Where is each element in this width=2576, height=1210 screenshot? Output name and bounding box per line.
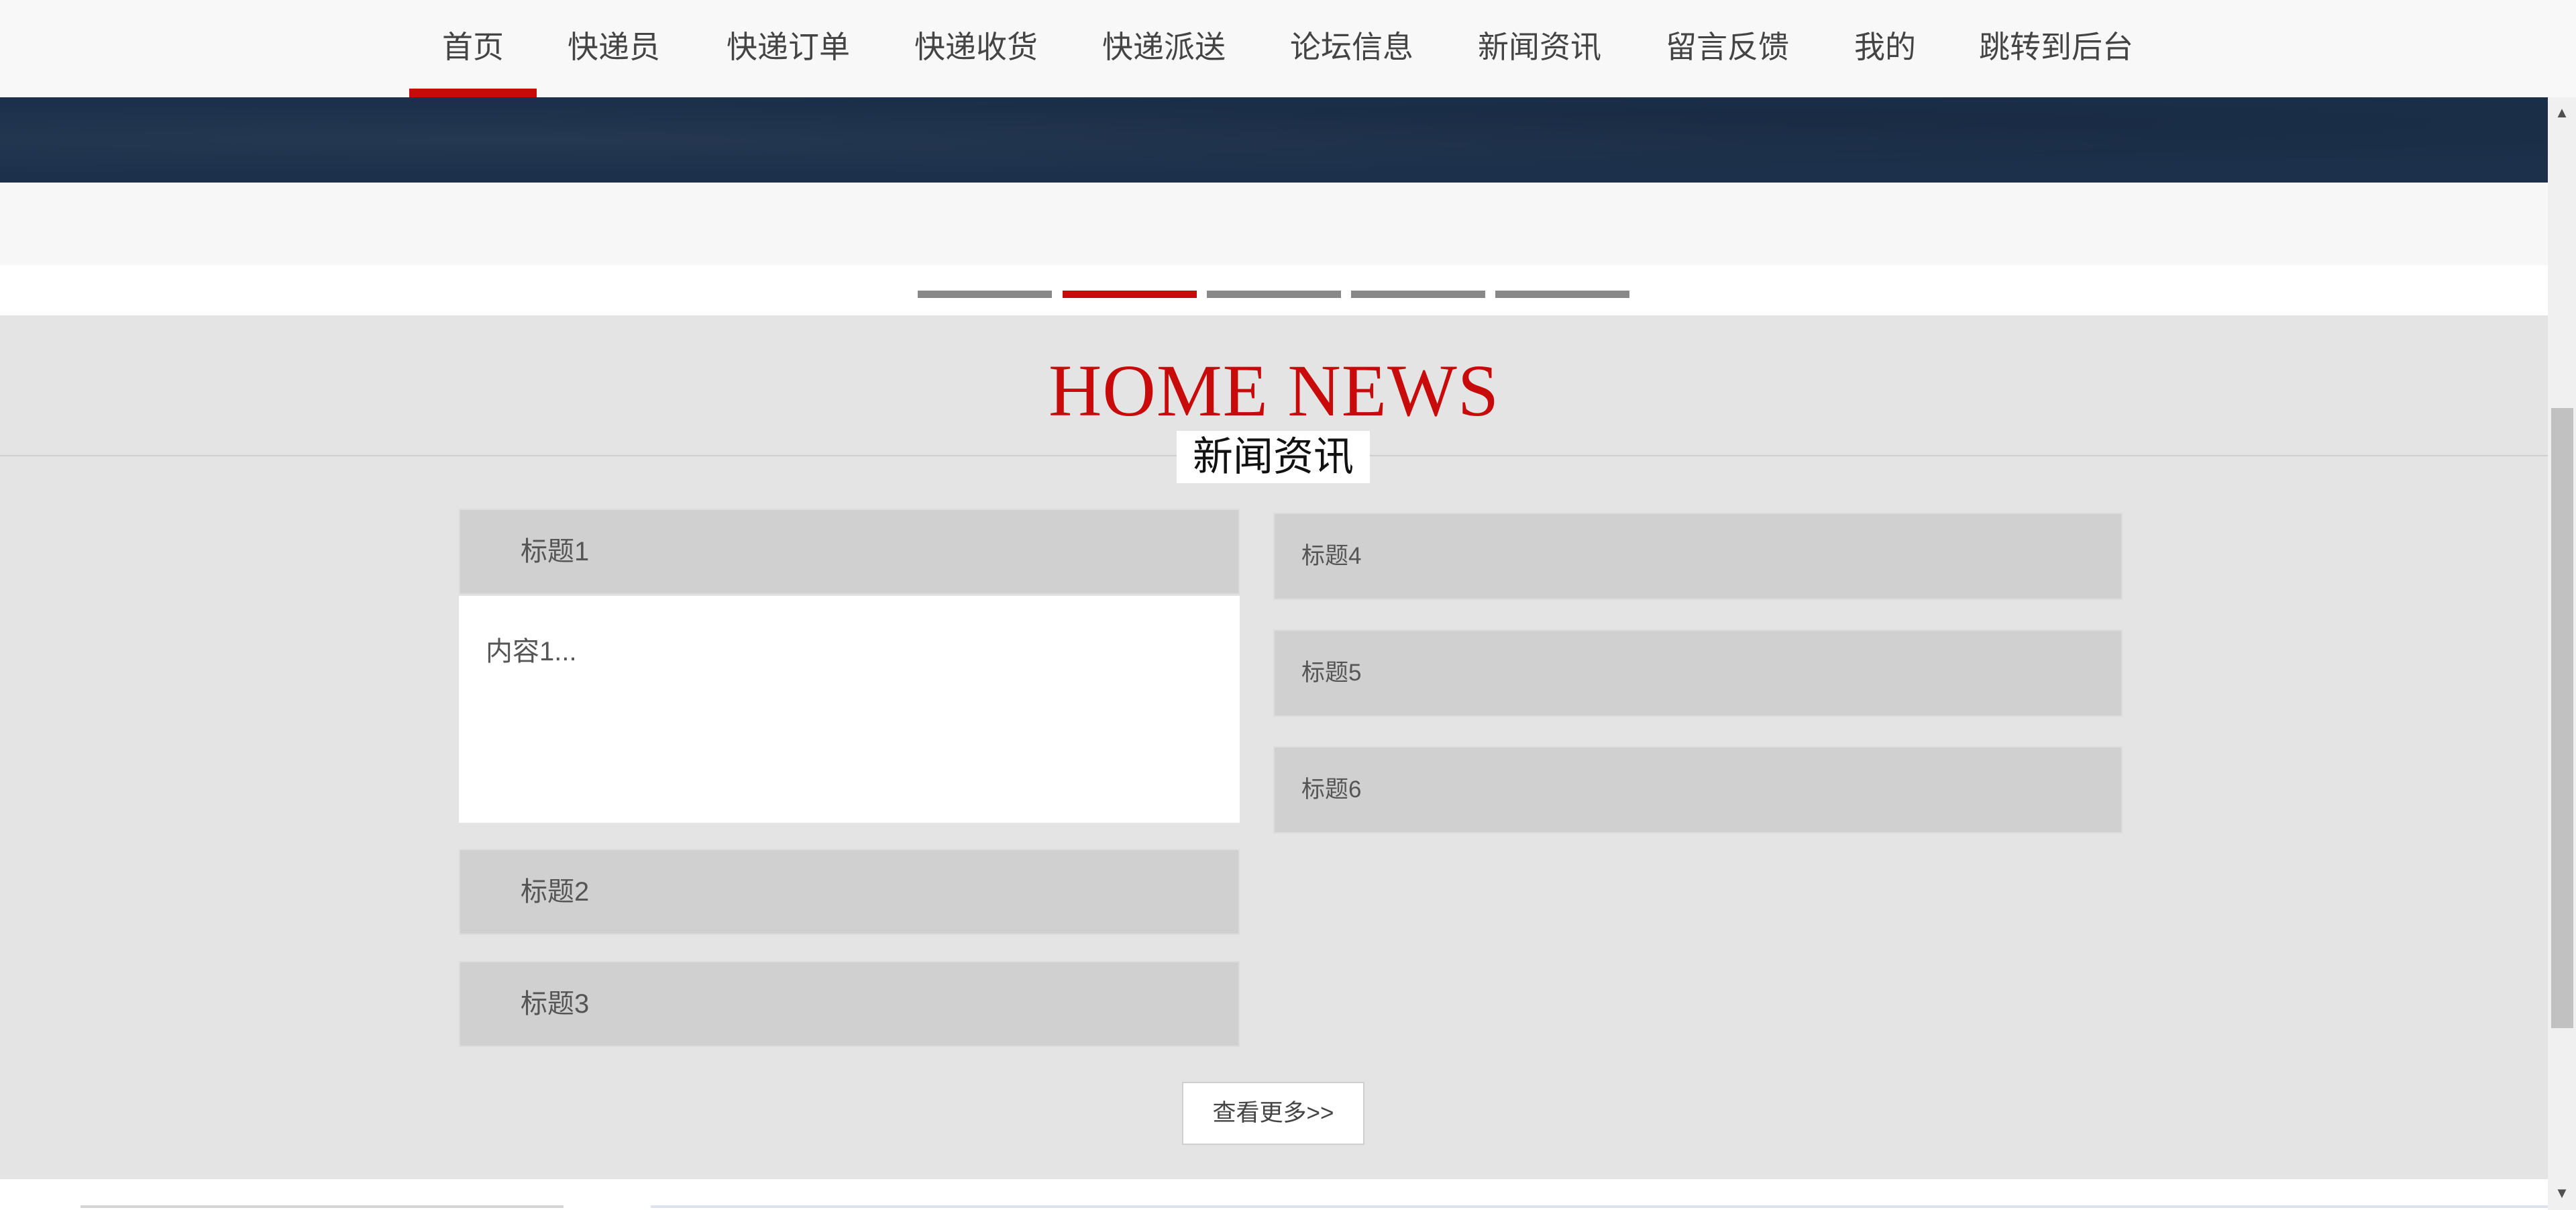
news-accordion-content-1: 内容1... [459,596,1240,823]
banner-image [0,97,2548,183]
nav-item-mine[interactable]: 我的 [1845,0,1925,97]
news-title: 标题4 [1301,543,1362,569]
bottom-bar-segment-1 [80,1205,564,1208]
nav-item-home[interactable]: 首页 [409,0,537,97]
news-title: 标题2 [521,877,590,907]
carousel-dot-4[interactable] [1351,291,1485,298]
carousel-dot-1[interactable] [918,291,1052,298]
carousel-dot-5[interactable] [1495,291,1629,298]
banner-lower-area [0,183,2548,265]
news-item-5[interactable]: 标题5 [1273,629,2123,717]
scrollbar-thumb[interactable] [2551,408,2573,1028]
news-title: 标题3 [521,989,590,1019]
view-more-button[interactable]: 查看更多>> [1182,1082,1364,1145]
carousel-dot-2[interactable] [1063,291,1197,298]
scroll-up-icon[interactable]: ▲ [2548,99,2576,126]
top-navigation: 首页 快递员 快递订单 快递收货 快递派送 论坛信息 新闻资讯 留言反馈 我的 … [0,0,2548,97]
news-item-6[interactable]: 标题6 [1273,746,2123,834]
news-item-4[interactable]: 标题4 [1273,513,2123,600]
nav-item-feedback[interactable]: 留言反馈 [1657,0,1798,97]
news-title: 标题1 [521,537,590,566]
news-title: 标题5 [1301,660,1362,686]
nav-item-admin[interactable]: 跳转到后台 [1972,0,2140,97]
nav-item-orders[interactable]: 快递订单 [718,0,859,97]
nav-item-couriers[interactable]: 快递员 [560,0,667,97]
nav-item-receiving[interactable]: 快递收货 [906,0,1046,97]
bottom-bar-segment-2 [651,1205,2548,1208]
scroll-down-icon[interactable]: ▼ [2548,1180,2576,1207]
news-title-chinese: 新闻资讯 [1177,431,1370,483]
carousel-dot-3[interactable] [1207,291,1341,298]
news-title-english: HOME NEWS [1048,350,1499,432]
news-accordion-header-1[interactable]: 标题1 [459,509,1240,595]
nav-item-delivery[interactable]: 快递派送 [1093,0,1234,97]
news-title: 标题6 [1301,776,1362,803]
news-accordion-header-3[interactable]: 标题3 [459,961,1240,1047]
nav-item-forum[interactable]: 论坛信息 [1281,0,1422,97]
news-accordion-header-2[interactable]: 标题2 [459,849,1240,935]
news-content: 内容1... [486,637,577,666]
nav-item-news[interactable]: 新闻资讯 [1469,0,1610,97]
